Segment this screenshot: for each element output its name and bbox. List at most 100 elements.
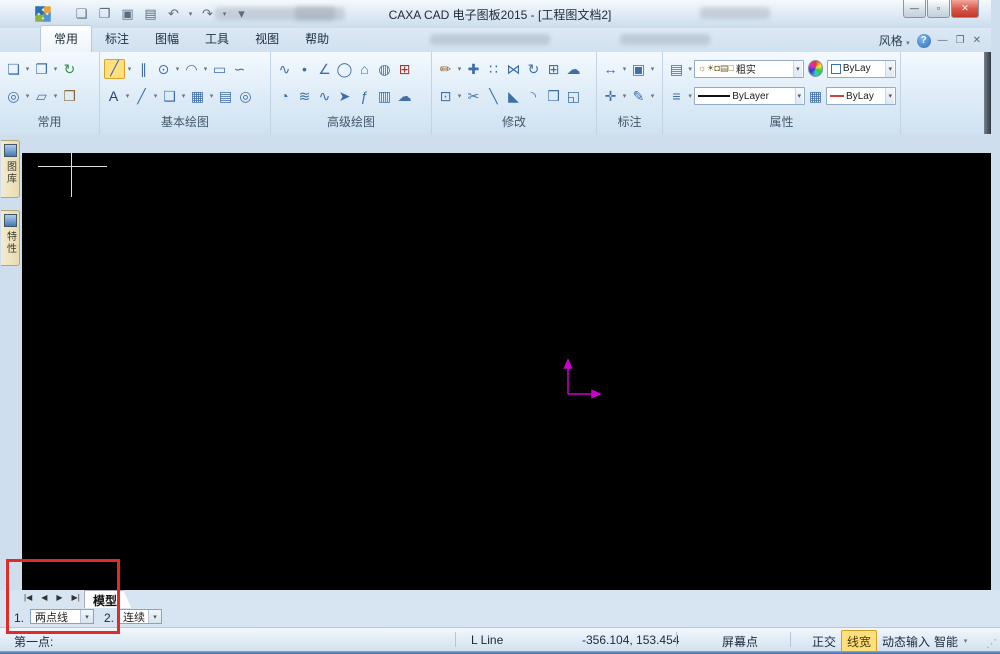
linewidth-toggle[interactable]: 线宽 — [841, 630, 878, 653]
mdi-close-button[interactable]: ✕ — [973, 35, 982, 46]
help-icon[interactable]: ? — [916, 33, 931, 48]
linecolor-combo[interactable]: ByLay ▾ — [826, 87, 896, 106]
parallel-line-icon[interactable]: ∥ — [134, 59, 153, 79]
hole-icon[interactable]: ◍ — [375, 59, 394, 79]
layer-combo[interactable]: ☼☀◘▤□ 粗实 ▾ — [694, 59, 804, 78]
fillet-icon[interactable]: ◝ — [524, 86, 543, 106]
linecolor-combo-dropdown[interactable]: ▾ — [885, 88, 894, 105]
continuity-dropdown[interactable]: ▾ — [148, 610, 161, 623]
array-icon[interactable]: ⊞ — [544, 59, 563, 79]
layers-icon[interactable]: ▤ — [667, 59, 686, 79]
tab-changyong[interactable]: 常用 — [40, 25, 93, 52]
text-icon-dropdown[interactable]: ▾ — [124, 92, 131, 100]
rotate-icon[interactable]: ↻ — [524, 59, 543, 79]
continuity-combo[interactable]: 连续 ▾ — [118, 609, 162, 624]
stretch-icon[interactable]: ⊡ — [436, 86, 455, 106]
dimension-icon-dropdown[interactable]: ▾ — [621, 65, 628, 73]
revision-cloud-icon[interactable]: ☁ — [564, 59, 583, 79]
block-icon-dropdown[interactable]: ▾ — [180, 92, 187, 100]
linewidth-icon[interactable]: ≡ — [667, 86, 686, 106]
update-view-icon[interactable]: ↻ — [60, 59, 79, 79]
coordinate-dimension-icon-dropdown[interactable]: ▾ — [621, 92, 628, 100]
ortho-toggle[interactable]: 正交 — [812, 633, 836, 650]
undo-icon[interactable]: ↶ — [164, 4, 183, 24]
redo-icon-dropdown[interactable]: ▾ — [221, 10, 228, 18]
tab-gongju[interactable]: 工具 — [192, 26, 242, 52]
hatch-icon-dropdown[interactable]: ▾ — [152, 92, 159, 100]
scale-icon[interactable]: ◱ — [564, 86, 583, 106]
app-logo-icon[interactable] — [30, 1, 56, 27]
layer-settings-icon[interactable]: ▦ — [806, 86, 825, 106]
save-icon[interactable]: ▣ — [118, 4, 137, 24]
polygon-icon[interactable]: ⌂ — [355, 59, 374, 79]
resize-grip[interactable]: ⋰ — [986, 637, 997, 650]
tab-bangzhu[interactable]: 帮助 — [292, 26, 342, 52]
color-wheel-icon[interactable] — [807, 60, 823, 78]
table-icon[interactable]: ▦ — [188, 86, 207, 106]
wave-line-icon[interactable]: ≋ — [295, 86, 314, 106]
mdi-restore-button[interactable]: ❐ — [956, 35, 966, 46]
spline-icon[interactable]: ∿ — [275, 59, 294, 79]
image-annotation-icon-dropdown[interactable]: ▾ — [649, 65, 656, 73]
stamp-icon[interactable]: ▱ — [32, 86, 51, 106]
color-combo-dropdown[interactable]: ▾ — [885, 60, 894, 77]
dimension-edit-icon[interactable]: ✎ — [629, 86, 648, 106]
copy-icon-dropdown[interactable]: ▾ — [52, 65, 59, 73]
copy-objects-icon[interactable]: ∷ — [484, 59, 503, 79]
delete-icon-dropdown[interactable]: ▾ — [456, 65, 463, 73]
cloud-line-icon[interactable]: ☁ — [395, 86, 414, 106]
print-icon[interactable]: ▤ — [141, 4, 160, 24]
table-add-icon[interactable]: ⊞ — [395, 59, 414, 79]
circle-icon[interactable]: ⊙ — [154, 59, 173, 79]
break-line-icon[interactable]: ∿ — [315, 86, 334, 106]
sidebar-tab-properties[interactable]: 特性 — [1, 210, 20, 266]
paste-icon-dropdown[interactable]: ▾ — [24, 65, 31, 73]
copy-icon[interactable]: ❐ — [32, 59, 51, 79]
paste-icon[interactable]: ❏ — [4, 59, 23, 79]
profile-icon[interactable]: ▥ — [375, 86, 394, 106]
layers-dropdown[interactable]: ▾ — [687, 65, 693, 73]
tab-tufu[interactable]: 图幅 — [142, 26, 192, 52]
style-dropdown[interactable]: 风格 ▾ — [879, 32, 910, 49]
tab-shitu[interactable]: 视图 — [242, 26, 292, 52]
arrow-icon[interactable]: ➤ — [335, 86, 354, 106]
mdi-minimize-button[interactable]: — — [938, 35, 949, 46]
qat-customize-icon[interactable]: ▾ — [232, 4, 251, 24]
minimize-button[interactable]: — — [903, 0, 926, 18]
coordinate-dimension-icon[interactable]: ✛ — [601, 86, 620, 106]
circle-icon-dropdown[interactable]: ▾ — [174, 65, 181, 73]
undo-icon-dropdown[interactable]: ▾ — [187, 10, 194, 18]
arc-icon[interactable]: ◠ — [182, 59, 201, 79]
new-file-icon[interactable]: ❏ — [72, 4, 91, 24]
ellipse-icon[interactable]: ◯ — [335, 59, 354, 79]
formula-curve-icon[interactable]: ƒ — [355, 86, 374, 106]
trim-icon[interactable]: ✂ — [464, 86, 483, 106]
block-edit-icon[interactable]: ❒ — [544, 86, 563, 106]
stretch-icon-dropdown[interactable]: ▾ — [456, 92, 463, 100]
stamp-icon-dropdown[interactable]: ▾ — [52, 92, 59, 100]
point-icon[interactable]: • — [295, 59, 314, 79]
zoom-pan-icon[interactable]: ◎ — [4, 86, 23, 106]
hatch-icon[interactable]: ╱ — [132, 86, 151, 106]
drawing-canvas[interactable] — [22, 153, 991, 590]
move-icon[interactable]: ✚ — [464, 59, 483, 79]
image-annotation-icon[interactable]: ▣ — [629, 59, 648, 79]
block-icon[interactable]: ❑ — [160, 86, 179, 106]
line-tool-icon-dropdown[interactable]: ▾ — [126, 65, 133, 73]
linewidth-dropdown[interactable]: ▾ — [687, 92, 693, 100]
maximize-button[interactable]: ▫ — [927, 0, 950, 18]
extend-icon[interactable]: ╲ — [484, 86, 503, 106]
mirror-icon[interactable]: ⋈ — [504, 59, 523, 79]
smart-snap-dropdown-icon[interactable]: ▾ — [962, 637, 969, 645]
dynamic-input-toggle[interactable]: 动态输入 — [882, 633, 930, 650]
close-button[interactable]: ✕ — [951, 0, 979, 18]
frame-icon[interactable]: ▤ — [216, 86, 235, 106]
chamfer-icon[interactable]: ◣ — [504, 86, 523, 106]
tab-biaozhu[interactable]: 标注 — [92, 26, 142, 52]
color-combo[interactable]: ByLay ▾ — [826, 59, 896, 78]
insert-image-icon[interactable]: ❒ — [60, 86, 79, 106]
pie-icon[interactable]: ◔ — [275, 86, 294, 106]
text-icon[interactable]: A — [104, 86, 123, 106]
line-tool-icon[interactable]: ╱ — [104, 58, 125, 79]
linetype-combo[interactable]: ByLayer ▾ — [694, 87, 806, 106]
